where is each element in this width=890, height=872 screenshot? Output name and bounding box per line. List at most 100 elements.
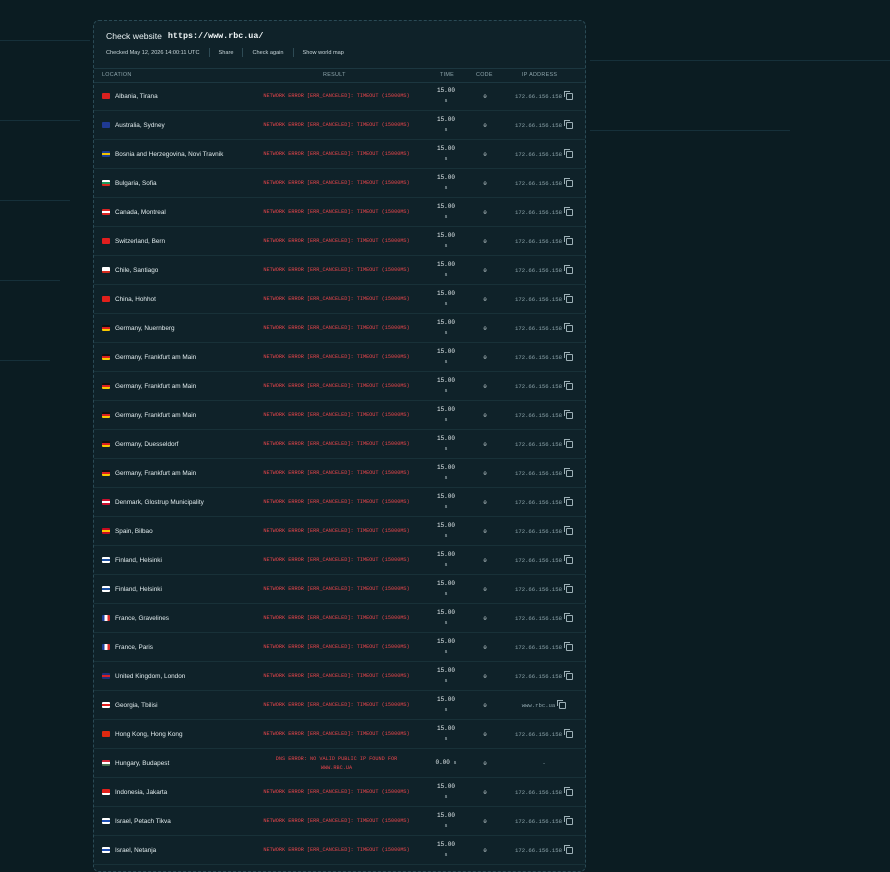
response-time: 15.00 s	[426, 86, 466, 106]
copy-icon[interactable]	[564, 294, 573, 303]
ip-address: 172.66.156.158	[515, 93, 562, 100]
copy-icon[interactable]	[564, 584, 573, 593]
time-value: 15.00	[436, 435, 455, 442]
table-row: Spain, Bilbao NETWORK ERROR [ERR_CANCELED…	[94, 517, 585, 546]
copy-icon[interactable]	[564, 410, 573, 419]
share-link[interactable]: Share	[219, 50, 234, 56]
time-unit: s	[444, 214, 448, 220]
time-value: 15.00	[436, 667, 455, 674]
copy-icon[interactable]	[564, 439, 573, 448]
time-value: 15.00	[436, 406, 455, 413]
copy-icon[interactable]	[564, 120, 573, 129]
time-value: 15.00	[436, 841, 455, 848]
response-time: 15.00 s	[426, 666, 466, 686]
time-value: 15.00	[436, 638, 455, 645]
show-world-map-link[interactable]: Show world map	[303, 50, 344, 56]
response-time: 15.00 s	[426, 115, 466, 135]
country-flag-icon	[102, 818, 110, 824]
copy-icon[interactable]	[564, 845, 573, 854]
copy-icon[interactable]	[564, 671, 573, 680]
ip-address-cell: 172.66.156.158	[494, 517, 585, 546]
result-error-text: NETWORK ERROR [ERR_CANCELED]: TIMEOUT (1…	[263, 789, 410, 796]
copy-icon[interactable]	[564, 642, 573, 651]
country-flag-icon	[102, 673, 110, 679]
copy-icon[interactable]	[564, 381, 573, 390]
location-label: France, Gravelines	[115, 615, 169, 622]
copy-icon[interactable]	[564, 265, 573, 274]
copy-icon[interactable]	[564, 526, 573, 535]
response-time: 15.00 s	[426, 318, 466, 338]
response-time: 15.00 s	[426, 202, 466, 222]
country-flag-icon	[102, 296, 110, 302]
location-label: Germany, Frankfurt am Main	[115, 383, 197, 390]
response-time: 15.00 s	[426, 231, 466, 251]
divider	[292, 48, 294, 57]
copy-icon[interactable]	[564, 497, 573, 506]
copy-icon[interactable]	[564, 613, 573, 622]
country-flag-icon	[102, 441, 110, 447]
check-again-link[interactable]: Check again	[252, 50, 283, 56]
response-time: 15.00 s	[426, 521, 466, 541]
table-row: Hungary, Budapest DNS ERROR: NO VALID PUB…	[94, 749, 585, 778]
country-flag-icon	[102, 702, 110, 708]
table-row: Denmark, Glostrup Municipality NETWORK ER…	[94, 488, 585, 517]
column-location: LOCATION	[102, 72, 132, 78]
result-error-text: NETWORK ERROR [ERR_CANCELED]: TIMEOUT (1…	[263, 528, 410, 535]
copy-icon[interactable]	[564, 555, 573, 564]
table-row: United Kingdom, London NETWORK ERROR [ERR…	[94, 662, 585, 691]
location-label: Israel, Petach Tikva	[115, 818, 171, 825]
table-row: Switzerland, Bern NETWORK ERROR [ERR_CANC…	[94, 227, 585, 256]
time-unit: s	[444, 301, 448, 307]
time-unit: s	[444, 388, 448, 394]
ip-address: 172.66.156.158	[515, 615, 562, 622]
ip-address: 172.66.156.158	[515, 412, 562, 419]
copy-icon[interactable]	[564, 323, 573, 332]
country-flag-icon	[102, 731, 110, 737]
copy-icon[interactable]	[564, 787, 573, 796]
page-title: Check website https://www.rbc.ua/	[106, 31, 573, 41]
copy-icon[interactable]	[564, 352, 573, 361]
ip-address-cell: 172.66.156.158	[494, 807, 585, 836]
copy-icon[interactable]	[564, 207, 573, 216]
ip-address-cell: 172.66.156.158	[494, 198, 585, 227]
ip-address: 172.66.156.158	[515, 325, 562, 332]
copy-icon[interactable]	[557, 700, 567, 709]
result-error-text: NETWORK ERROR [ERR_CANCELED]: TIMEOUT (1…	[263, 412, 410, 419]
country-flag-icon	[102, 180, 110, 186]
ip-address-cell: 172.66.156.158	[494, 285, 585, 314]
time-value: 15.00	[436, 580, 455, 587]
time-value: 15.00	[436, 290, 455, 297]
ip-address: 172.66.156.158	[515, 673, 562, 680]
ip-address-cell: 172.66.156.158	[494, 575, 585, 604]
table-row: Germany, Frankfurt am Main NETWORK ERROR …	[94, 343, 585, 372]
response-time: 15.00 s	[426, 492, 466, 512]
location-label: Hungary, Budapest	[115, 760, 170, 767]
ip-address-cell: 172.66.156.158	[494, 488, 585, 517]
copy-icon[interactable]	[564, 236, 573, 245]
time-value: 15.00	[436, 203, 455, 210]
time-value: 15.00	[436, 174, 455, 181]
country-flag-icon	[102, 209, 110, 215]
ip-address-cell: 172.66.156.158	[494, 169, 585, 198]
ip-address-cell: 172.66.156.158	[494, 546, 585, 575]
ip-address: 172.66.156.158	[515, 209, 562, 216]
copy-icon[interactable]	[564, 729, 573, 738]
ip-address-cell: 172.66.156.158	[494, 633, 585, 662]
response-time: 15.00 s	[426, 144, 466, 164]
time-unit: s	[444, 678, 448, 684]
time-unit: s	[444, 533, 448, 539]
copy-icon[interactable]	[564, 816, 573, 825]
column-result: RESULT	[323, 72, 346, 78]
country-flag-icon	[102, 383, 110, 389]
time-value: 15.00	[436, 232, 455, 239]
time-value: 15.00	[436, 319, 455, 326]
ip-address: 172.66.156.158	[515, 499, 562, 506]
copy-icon[interactable]	[564, 468, 573, 477]
response-time: 0.00 s	[426, 758, 466, 768]
copy-icon[interactable]	[564, 91, 573, 100]
result-error-text: NETWORK ERROR [ERR_CANCELED]: TIMEOUT (1…	[263, 673, 410, 680]
result-error-text: NETWORK ERROR [ERR_CANCELED]: TIMEOUT (1…	[263, 238, 410, 245]
copy-icon[interactable]	[564, 178, 573, 187]
ip-address: 172.66.156.158	[515, 441, 562, 448]
copy-icon[interactable]	[564, 149, 573, 158]
